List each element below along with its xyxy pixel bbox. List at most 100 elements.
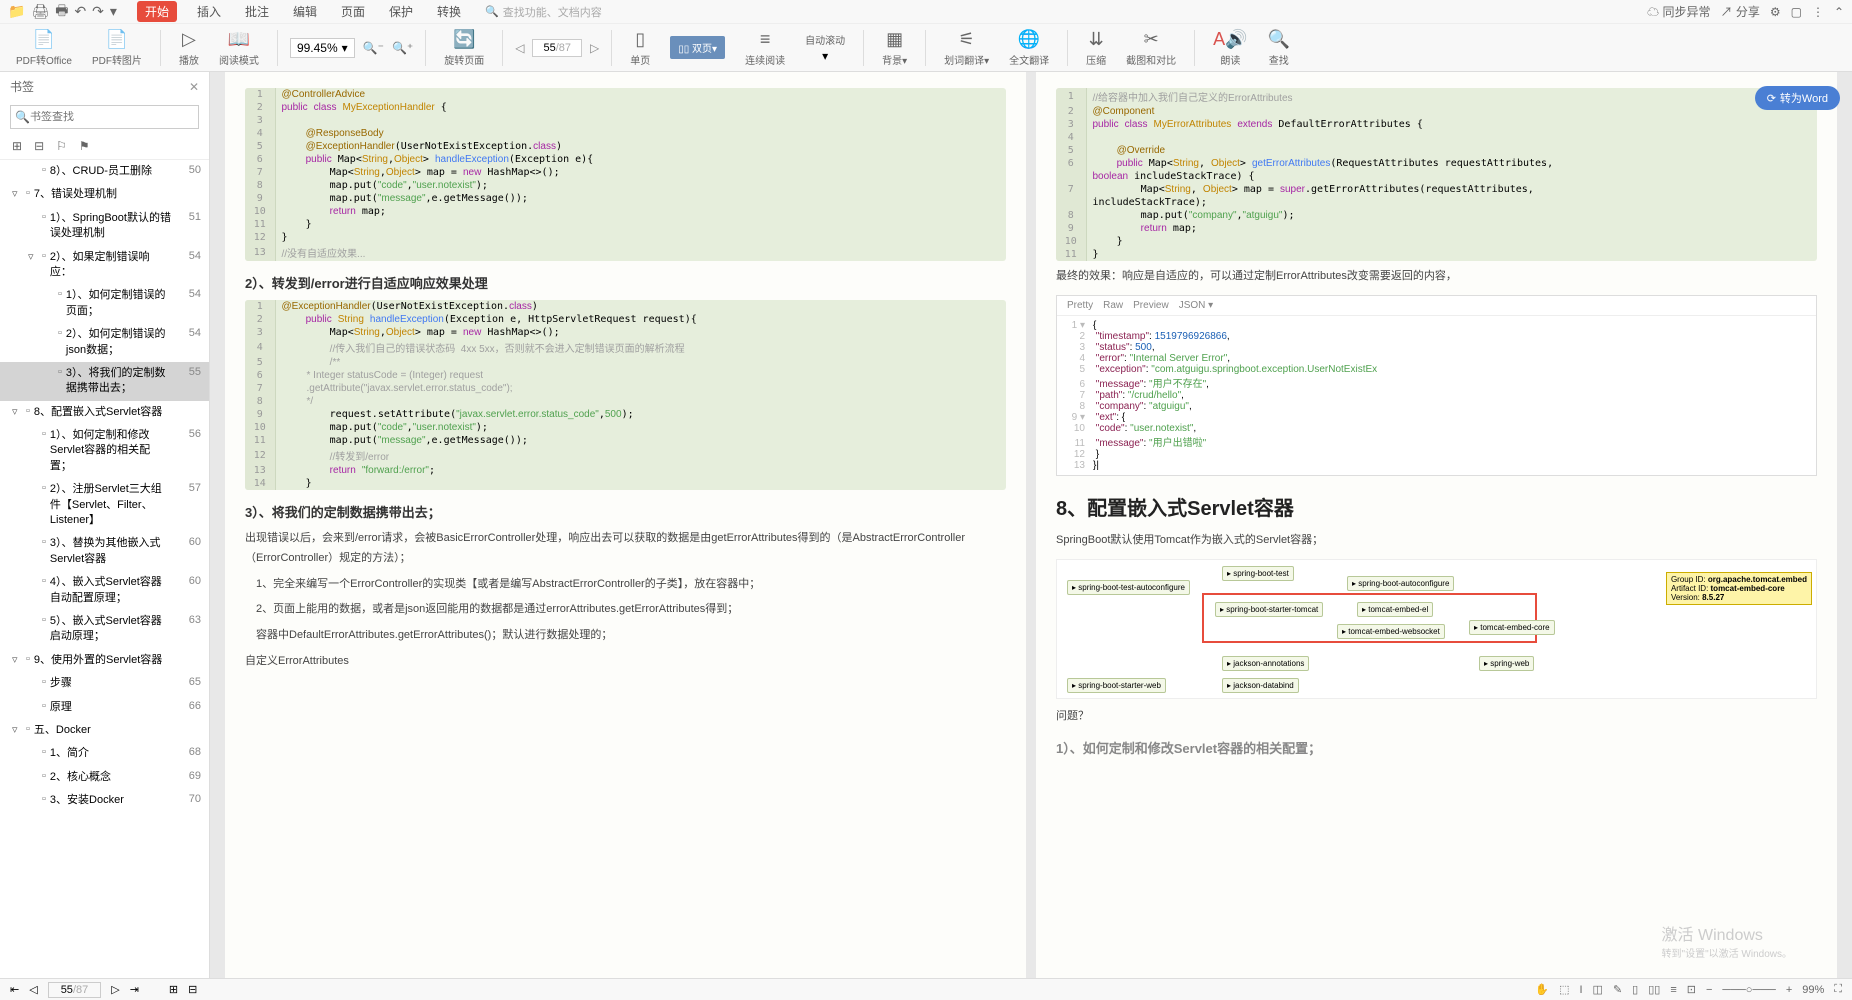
status-page-input[interactable]: 55/87	[48, 982, 102, 998]
find[interactable]: 🔍查找	[1262, 29, 1296, 67]
close-icon[interactable]: ✕	[189, 80, 199, 94]
window-icon[interactable]: ▢	[1791, 5, 1802, 19]
expand-icon[interactable]: ⌃	[1834, 5, 1844, 19]
zoom-in-status[interactable]: +	[1786, 984, 1792, 996]
full-translate[interactable]: 🌐全文翻译	[1003, 29, 1055, 67]
bookmark-item[interactable]: ▿▫2）、如果定制错误响应：54	[0, 246, 209, 285]
page-input[interactable]: 55/87	[532, 39, 582, 57]
next-page-icon[interactable]: ▷	[111, 983, 119, 996]
diagram-node: ▸ spring-boot-starter-web	[1067, 678, 1166, 693]
command-search[interactable]: 🔍 查找功能、文档内容	[485, 4, 602, 20]
dropdown-icon[interactable]: ▾	[110, 3, 117, 20]
bookmark-item[interactable]: ▫原理66	[0, 696, 209, 719]
json-tab[interactable]: Preview	[1133, 300, 1169, 311]
bookmark-item[interactable]: ▫3）、替换为其他嵌入式Servlet容器60	[0, 532, 209, 571]
select-translate[interactable]: ⚟划词翻译▾	[938, 29, 995, 67]
annotation-icon[interactable]: ✎	[1613, 983, 1622, 996]
highlight-tool-icon[interactable]: ◫	[1593, 983, 1603, 996]
settings-icon[interactable]: ⚙	[1770, 5, 1781, 19]
text-tool-icon[interactable]: I	[1579, 984, 1582, 996]
collapse-icon[interactable]: ⊟	[188, 983, 197, 996]
folder-icon[interactable]: 📁	[8, 3, 25, 20]
more-icon[interactable]: ⋮	[1812, 5, 1824, 19]
share-button[interactable]: ↗ 分享	[1720, 3, 1759, 20]
read-aloud[interactable]: A🔊朗读	[1207, 29, 1253, 67]
view-dual-icon[interactable]: ▯▯	[1648, 983, 1660, 996]
tab-保护[interactable]: 保护	[385, 1, 417, 22]
bookmark-item[interactable]: ▿▫9、使用外置的Servlet容器	[0, 649, 209, 672]
bookmark-search-input[interactable]	[30, 111, 194, 123]
json-tab[interactable]: Pretty	[1067, 300, 1093, 311]
fullscreen-icon[interactable]: ⛶	[1834, 983, 1842, 996]
auto-scroll[interactable]: 自动滚动▾	[799, 32, 851, 63]
tab-编辑[interactable]: 编辑	[289, 1, 321, 22]
collapse-icon[interactable]: ⊟	[34, 139, 44, 153]
tab-开始[interactable]: 开始	[137, 1, 177, 22]
hand-tool-icon[interactable]: ✋	[1535, 983, 1549, 996]
view-continuous-icon[interactable]: ≡	[1670, 984, 1676, 996]
dual-page[interactable]: ▯▯ 双页▾	[664, 36, 731, 59]
json-viewer: PrettyRawPreviewJSON ▾ 1 ▾{2 "timestamp"…	[1056, 295, 1817, 476]
bookmark-item[interactable]: ▿▫8、配置嵌入式Servlet容器	[0, 401, 209, 424]
read-mode[interactable]: 📖阅读模式	[213, 29, 265, 67]
tab-页面[interactable]: 页面	[337, 1, 369, 22]
heading-servlet-container: 8、配置嵌入式Servlet容器	[1056, 492, 1817, 521]
pdf-to-image[interactable]: 📄PDF转图片	[86, 29, 148, 67]
bookmark-item[interactable]: ▫1、简介68	[0, 742, 209, 765]
bookmark-item[interactable]: ▫2）、注册Servlet三大组件【Servlet、Filter、Listene…	[0, 478, 209, 532]
bookmark-item[interactable]: ▫4）、嵌入式Servlet容器自动配置原理；60	[0, 571, 209, 610]
first-page-icon[interactable]: ⇤	[10, 983, 19, 996]
print-icon[interactable]: 🖶	[55, 0, 68, 24]
convert-to-word-button[interactable]: ⟳ 转为Word	[1755, 86, 1840, 110]
bookmark-item[interactable]: ▫5）、嵌入式Servlet容器启动原理；63	[0, 610, 209, 649]
bookmark-search[interactable]: 🔍	[10, 105, 199, 129]
bookmark-item[interactable]: ▫8）、CRUD-员工删除50	[0, 160, 209, 183]
zoom-out-icon[interactable]: 🔍⁻	[363, 41, 384, 55]
screenshot-compare[interactable]: ✂截图和对比	[1120, 29, 1182, 67]
bookmark-item[interactable]: ▫3、安装Docker70	[0, 789, 209, 812]
prev-page-icon[interactable]: ◁	[29, 983, 37, 996]
single-page[interactable]: ▯单页	[624, 29, 656, 67]
zoom-in-icon[interactable]: 🔍⁺	[392, 41, 413, 55]
tab-批注[interactable]: 批注	[241, 1, 273, 22]
continuous-read[interactable]: ≡连续阅读	[739, 29, 791, 67]
next-page-icon[interactable]: ▷	[590, 41, 599, 55]
bookmark-item[interactable]: ▿▫7、错误处理机制	[0, 183, 209, 206]
bookmark-item[interactable]: ▫3）、将我们的定制数据携带出去；55	[0, 362, 209, 401]
compress-icon: ⇊	[1089, 29, 1104, 50]
tab-转换[interactable]: 转换	[433, 1, 465, 22]
thumbnail-icon[interactable]: ⊞	[169, 983, 178, 996]
bookmark-item[interactable]: ▫2）、如何定制错误的json数据；54	[0, 323, 209, 362]
bookmark-item[interactable]: ▫1）、如何定制错误的页面；54	[0, 284, 209, 323]
save-icon[interactable]: 🖨	[31, 3, 49, 20]
zoom-slider[interactable]: ───○───	[1722, 984, 1775, 996]
bookmark-item[interactable]: ▫1）、SpringBoot默认的错误处理机制51	[0, 207, 209, 246]
view-single-icon[interactable]: ▯	[1632, 983, 1638, 996]
select-tool-icon[interactable]: ⬚	[1559, 983, 1569, 996]
pdf-to-office[interactable]: 📄PDF转Office	[10, 29, 78, 67]
compress[interactable]: ⇊压缩	[1080, 29, 1112, 67]
prev-page-icon[interactable]: ◁	[515, 41, 524, 55]
play-button[interactable]: ▷播放	[173, 29, 205, 67]
rotate-page[interactable]: 🔄旋转页面	[438, 29, 490, 67]
json-tab[interactable]: JSON ▾	[1179, 300, 1213, 311]
json-tab[interactable]: Raw	[1103, 300, 1123, 311]
undo-icon[interactable]: ↶	[74, 3, 86, 20]
tab-插入[interactable]: 插入	[193, 1, 225, 22]
bookmark-item[interactable]: ▫2、核心概念69	[0, 766, 209, 789]
zoom-level[interactable]: 99.45% ▾	[290, 38, 355, 58]
bookmark-add-icon[interactable]: ⚑	[79, 139, 90, 153]
sync-status[interactable]: ☁ 同步异常	[1647, 3, 1710, 20]
last-page-icon[interactable]: ⇥	[130, 983, 139, 996]
bookmark-item[interactable]: ▫1）、如何定制和修改Servlet容器的相关配置；56	[0, 424, 209, 478]
redo-icon[interactable]: ↷	[92, 3, 104, 20]
bookmark-icon[interactable]: ⚐	[56, 139, 67, 153]
bookmark-item[interactable]: ▫步骤65	[0, 672, 209, 695]
background[interactable]: ▦背景▾	[876, 29, 913, 67]
sidebar-header: 书签 ✕	[0, 72, 209, 101]
outline-icon[interactable]: ⊞	[12, 139, 22, 153]
document-view[interactable]: 1@ControllerAdvice2public class MyExcept…	[210, 72, 1852, 978]
bookmark-item[interactable]: ▿▫五、Docker	[0, 719, 209, 742]
zoom-fit-icon[interactable]: ⊡	[1687, 983, 1696, 996]
zoom-out-status[interactable]: −	[1706, 984, 1712, 996]
